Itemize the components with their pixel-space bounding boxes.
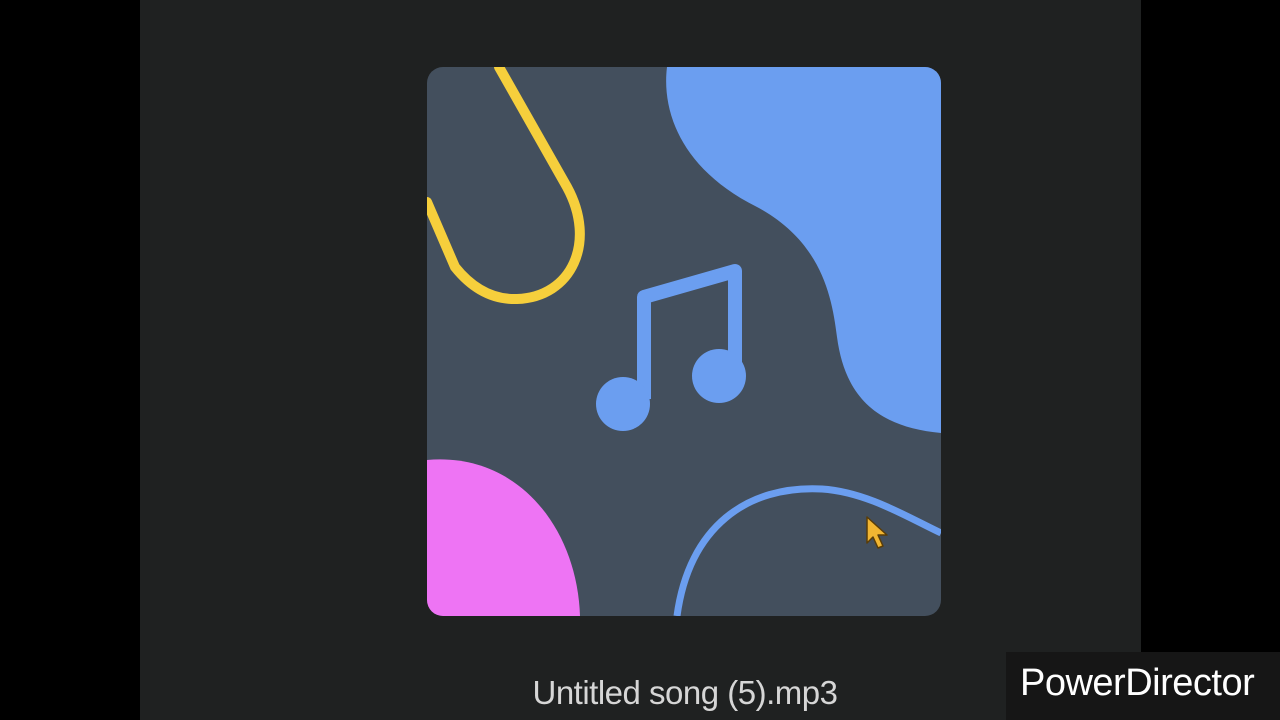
album-artwork[interactable] <box>427 67 941 616</box>
artwork-graphic <box>427 67 941 616</box>
media-viewer-panel: Untitled song (5).mp3 <box>140 0 1141 720</box>
mouse-pointer-icon <box>866 516 888 549</box>
watermark-text: PowerDirector <box>1020 662 1255 704</box>
video-frame: Untitled song (5).mp3 PowerDirector <box>0 0 1280 720</box>
watermark: PowerDirector <box>1006 652 1280 720</box>
